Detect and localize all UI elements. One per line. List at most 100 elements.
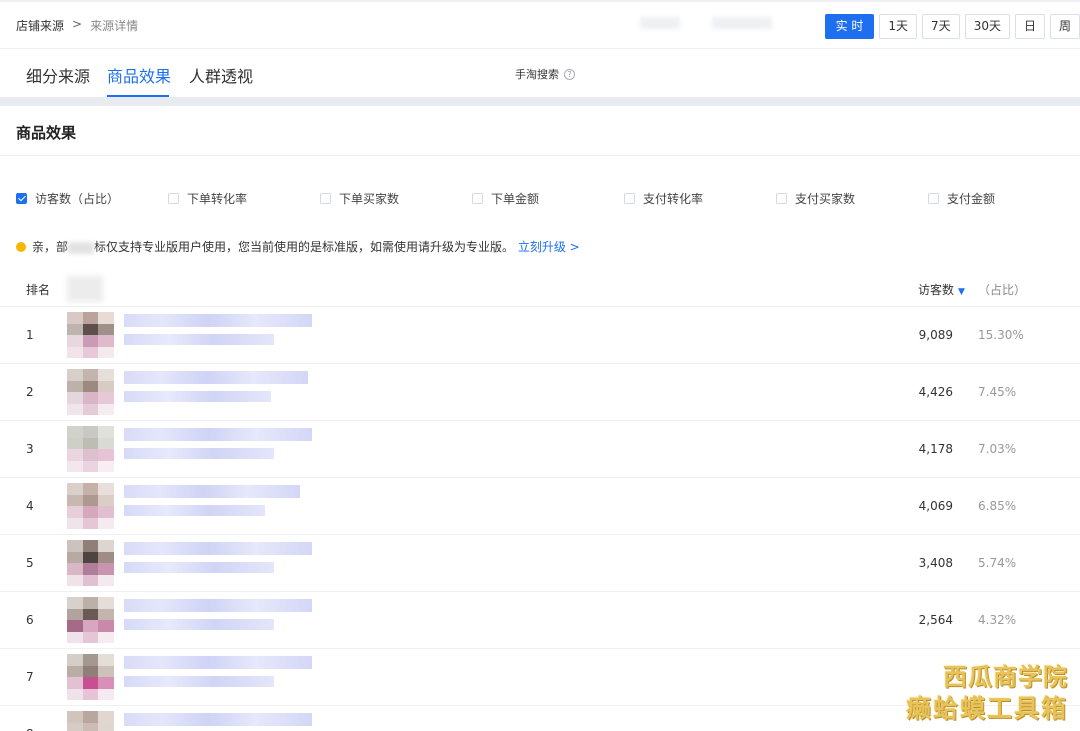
metric-label: 支付买家数: [795, 192, 856, 206]
checkbox[interactable]: [168, 193, 179, 204]
blurred-text: [68, 241, 95, 254]
metric-pay-buyers[interactable]: 支付买家数: [776, 190, 855, 207]
metric-order-conversion[interactable]: 下单转化率: [168, 190, 247, 207]
time-tab-realtime[interactable]: 实 时: [824, 14, 875, 39]
top-bar: 店铺来源 > 来源详情 实 时 1天 7天 30天 日 周: [0, 0, 1080, 49]
product-title-blurred[interactable]: [124, 314, 312, 354]
product-thumbnail[interactable]: [67, 711, 114, 731]
product-thumbnail[interactable]: [67, 597, 114, 643]
product-title-blurred[interactable]: [124, 656, 312, 696]
row-visitors: 2,564: [918, 613, 953, 627]
watermark: 西瓜商学院 癞蛤蟆工具箱: [906, 661, 1068, 725]
metric-visitors[interactable]: 访客数（占比）: [16, 190, 119, 207]
product-title-blurred[interactable]: [124, 542, 312, 582]
blurred-date: [640, 17, 680, 29]
checkbox[interactable]: [472, 193, 483, 204]
row-rank: 1: [26, 328, 34, 342]
product-thumbnail[interactable]: [67, 312, 114, 358]
row-ratio: 7.45%: [978, 385, 1017, 399]
watermark-line2: 癞蛤蟆工具箱: [905, 694, 1068, 723]
row-rank: 6: [26, 613, 34, 627]
checkbox[interactable]: [928, 193, 939, 204]
product-title-blurred[interactable]: [124, 371, 308, 411]
sort-desc-icon[interactable]: ▼: [958, 287, 965, 297]
table-row[interactable]: 1 9,089 15.30%: [0, 307, 1080, 364]
row-rank: 7: [26, 670, 34, 684]
blurred-date: [712, 17, 772, 29]
warning-icon: [16, 241, 26, 252]
header-rank: 排名: [26, 283, 51, 297]
tab-segment-source[interactable]: 细分来源: [26, 63, 90, 87]
product-title-blurred[interactable]: [124, 599, 312, 639]
row-ratio: 4.32%: [978, 613, 1017, 627]
time-tab-day[interactable]: 日: [1014, 14, 1045, 39]
section-title: 商品效果: [16, 124, 77, 142]
row-rank: 3: [26, 442, 34, 456]
metric-order-amount[interactable]: 下单金额: [472, 190, 539, 207]
section-separator: [0, 97, 1080, 106]
time-tab-7day[interactable]: 7天: [922, 14, 960, 39]
table-row[interactable]: 4 4,069 6.85%: [0, 478, 1080, 535]
row-visitors: 4,426: [918, 385, 953, 399]
row-ratio: 6.85%: [978, 499, 1017, 513]
breadcrumb-root[interactable]: 店铺来源: [16, 17, 64, 34]
product-thumbnail[interactable]: [67, 654, 114, 700]
metric-label: 支付金额: [947, 192, 996, 206]
product-thumbnail[interactable]: [67, 540, 114, 586]
metric-order-buyers[interactable]: 下单买家数: [320, 190, 399, 207]
help-icon[interactable]: ?: [564, 68, 575, 80]
product-thumbnail[interactable]: [67, 483, 114, 529]
row-visitors: 3,408: [918, 556, 953, 570]
metric-label: 访客数（占比）: [35, 192, 120, 206]
row-ratio: 5.74%: [978, 556, 1017, 570]
notice-text: 亲，部: [32, 240, 69, 254]
breadcrumb-current: 来源详情: [90, 19, 139, 33]
table-row[interactable]: 5 3,408 5.74%: [0, 535, 1080, 592]
table-row[interactable]: 2 4,426 7.45%: [0, 364, 1080, 421]
row-rank: 5: [26, 556, 34, 570]
product-title-blurred[interactable]: [124, 428, 312, 468]
header-visitors[interactable]: 访客数 ▼: [918, 281, 965, 298]
product-thumbnail[interactable]: [67, 426, 114, 472]
time-range-tabs: 实 时 1天 7天 30天 日 周: [824, 14, 1080, 39]
tab-audience-insight[interactable]: 人群透视: [189, 63, 253, 87]
time-tab-30day[interactable]: 30天: [964, 14, 1010, 39]
checkbox[interactable]: [16, 193, 27, 204]
product-title-blurred[interactable]: [124, 713, 312, 731]
row-rank: 8: [26, 727, 34, 731]
source-label: 手淘搜索 ?: [515, 66, 575, 82]
divider: [0, 155, 1080, 156]
breadcrumb: 店铺来源 > 来源详情: [16, 17, 138, 34]
tab-product-effect[interactable]: 商品效果: [107, 63, 171, 87]
product-title-blurred[interactable]: [124, 485, 300, 525]
metric-pay-amount[interactable]: 支付金额: [928, 190, 995, 207]
checkbox[interactable]: [624, 193, 635, 204]
row-visitors: 4,178: [918, 442, 953, 456]
upgrade-link[interactable]: 立刻升级 >: [518, 240, 580, 254]
upgrade-notice: 亲，部 标仅支持专业版用户使用，您当前使用的是标准版，如需使用请升级为专业版。 立…: [16, 238, 580, 255]
checkbox[interactable]: [776, 193, 787, 204]
breadcrumb-separator: >: [72, 17, 83, 31]
checkbox[interactable]: [320, 193, 331, 204]
metric-label: 下单买家数: [339, 192, 400, 206]
watermark-line1: 西瓜商学院: [943, 663, 1068, 691]
notice-text: 标仅支持专业版用户使用，您当前使用的是标准版，如需使用请升级为专业版。: [94, 240, 515, 254]
row-ratio: 15.30%: [978, 328, 1024, 342]
metric-label: 下单转化率: [187, 192, 248, 206]
time-tab-week[interactable]: 周: [1049, 14, 1080, 39]
header-ratio: （占比）: [978, 283, 1027, 297]
header-visitors-label: 访客数: [918, 283, 955, 297]
row-rank: 2: [26, 385, 34, 399]
time-tab-1day[interactable]: 1天: [879, 14, 918, 39]
row-ratio: 7.03%: [978, 442, 1017, 456]
metric-selector: 访客数（占比） 下单转化率 下单买家数 下单金额 支付转化率 支付买家数 支付金…: [16, 190, 1080, 206]
product-thumbnail[interactable]: [67, 369, 114, 415]
table-header: 排名 访客数 ▼ （占比）: [0, 271, 1080, 307]
row-rank: 4: [26, 499, 34, 513]
metric-pay-conversion[interactable]: 支付转化率: [624, 190, 703, 207]
table-row[interactable]: 3 4,178 7.03%: [0, 421, 1080, 478]
blurred-header: [67, 276, 103, 302]
metric-label: 下单金额: [491, 192, 540, 206]
table-row[interactable]: 6 2,564 4.32%: [0, 592, 1080, 649]
row-visitors: 9,089: [918, 328, 953, 342]
